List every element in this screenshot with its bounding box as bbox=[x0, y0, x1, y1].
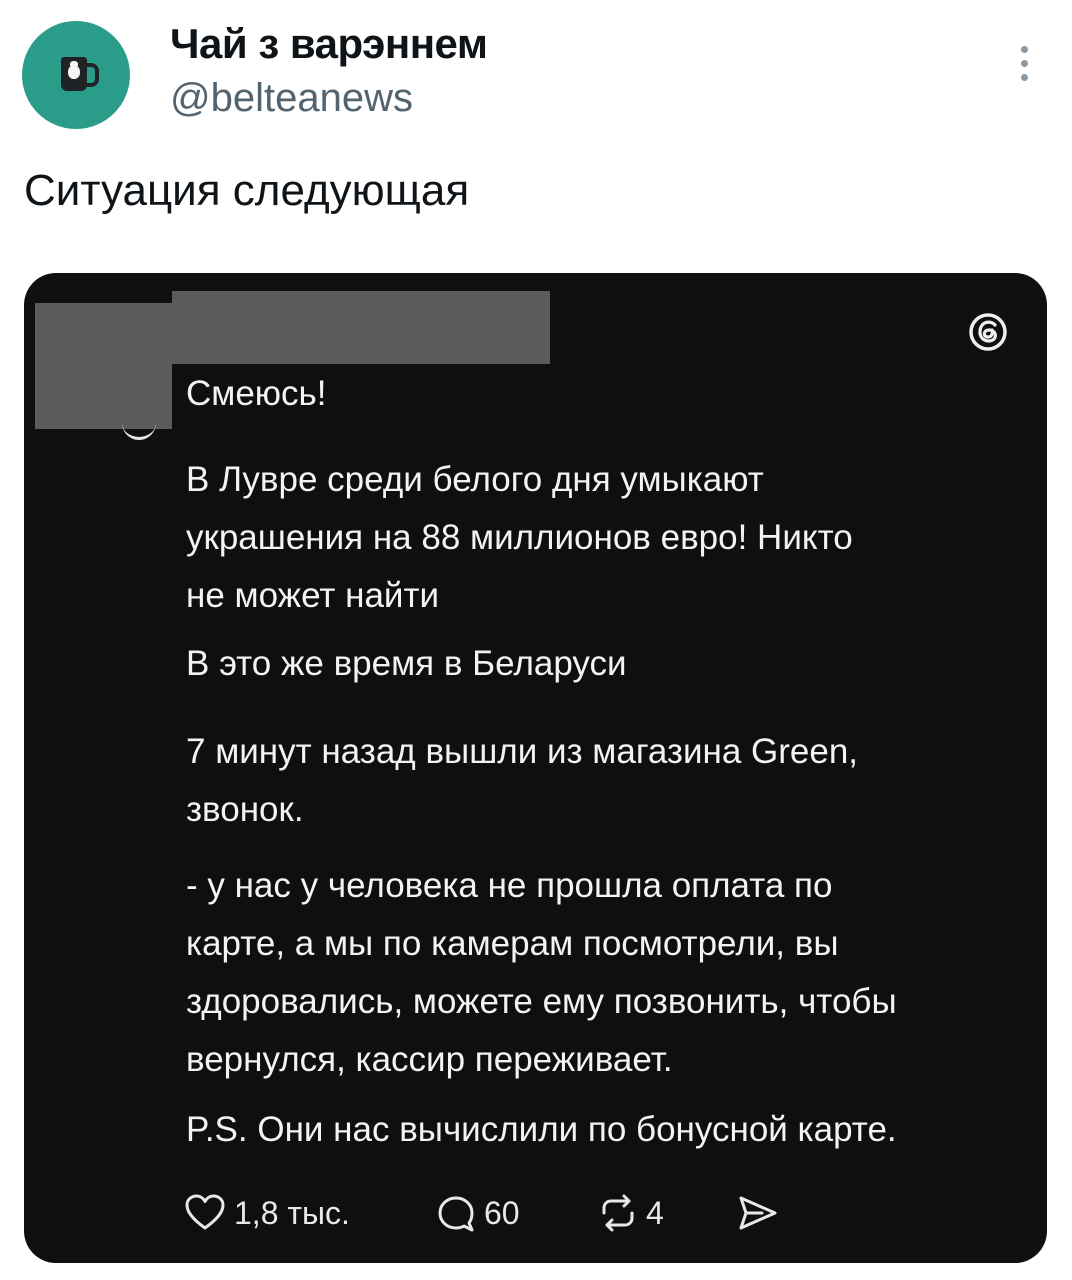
post-paragraph-4: - у нас у человека не прошла оплата по к… bbox=[186, 857, 897, 1089]
more-vertical-icon[interactable] bbox=[1011, 44, 1037, 84]
embedded-post-image[interactable]: Смеюсь! В Лувре среди белого дня умыкают… bbox=[24, 273, 1047, 1263]
author-display-name[interactable]: Чай з варэннем bbox=[170, 20, 488, 68]
leaf-icon bbox=[70, 61, 78, 66]
repost-button[interactable]: 4 bbox=[598, 1188, 664, 1238]
post-paragraph-2: В это же время в Беларуси bbox=[186, 644, 627, 683]
post-line: не может найти bbox=[186, 576, 440, 615]
heart-icon bbox=[185, 1194, 225, 1230]
post-line: здоровались, можете ему позвонить, чтобы bbox=[186, 982, 897, 1021]
post-line-first: Смеюсь! bbox=[186, 374, 327, 413]
share-button[interactable] bbox=[736, 1188, 780, 1238]
post-line: украшения на 88 миллионов евро! Никто bbox=[186, 518, 853, 557]
redacted-username bbox=[172, 291, 550, 364]
post-line: В Лувре среди белого дня умыкают bbox=[186, 460, 764, 499]
redacted-avatar bbox=[35, 303, 172, 429]
comment-bubble-icon bbox=[438, 1196, 474, 1232]
mug-handle-shape bbox=[86, 63, 99, 87]
tweet-view: Чай з варэннем @belteanews Ситуация след… bbox=[0, 0, 1072, 1280]
post-paragraph-1: В Лувре среди белого дня умыкают украшен… bbox=[186, 451, 853, 625]
reply-count: 60 bbox=[484, 1194, 520, 1231]
post-paragraph-5: P.S. Они нас вычислили по бонусной карте… bbox=[186, 1110, 897, 1149]
post-actions: 1,8 тыс. 60 4 bbox=[184, 1188, 824, 1238]
post-paragraph-3: 7 минут назад вышли из магазина Green, з… bbox=[186, 723, 858, 839]
post-line: звонок. bbox=[186, 790, 304, 829]
post-line: 7 минут назад вышли из магазина Green, bbox=[186, 732, 859, 771]
repost-icon bbox=[602, 1194, 634, 1232]
avatar-edge bbox=[122, 423, 156, 440]
post-line: - у нас у человека не прошла оплата по bbox=[186, 866, 833, 905]
berry-icon bbox=[68, 65, 80, 79]
like-count: 1,8 тыс. bbox=[234, 1194, 350, 1231]
author-handle[interactable]: @belteanews bbox=[170, 76, 413, 121]
post-line: вернулся, кассир переживает. bbox=[186, 1040, 673, 1079]
post-line: карте, а мы по камерам посмотрели, вы bbox=[186, 924, 839, 963]
repost-count: 4 bbox=[646, 1194, 664, 1231]
reply-button[interactable]: 60 bbox=[436, 1188, 520, 1238]
threads-logo-icon bbox=[969, 313, 1007, 351]
share-arrow-icon bbox=[739, 1196, 777, 1230]
like-button[interactable]: 1,8 тыс. bbox=[184, 1188, 350, 1238]
tweet-text: Ситуация следующая bbox=[24, 166, 470, 215]
avatar[interactable] bbox=[22, 21, 130, 129]
